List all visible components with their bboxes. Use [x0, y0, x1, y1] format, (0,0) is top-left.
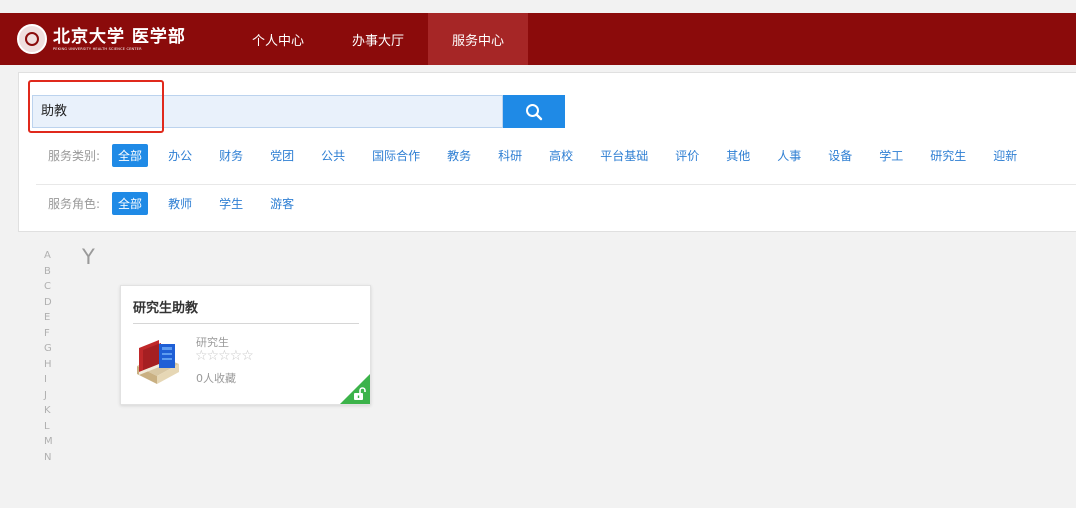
- category-tag[interactable]: 高校: [547, 147, 575, 164]
- role-filter-label: 服务角色:: [48, 196, 101, 211]
- category-tag[interactable]: 党团: [268, 147, 296, 164]
- service-title: 研究生助教: [133, 301, 199, 316]
- role-tag-visitor[interactable]: 游客: [268, 195, 296, 212]
- university-seal-icon: [17, 24, 47, 54]
- alphabet-index: A B C D E F G H I J K L M N: [44, 248, 53, 465]
- alpha-letter[interactable]: M: [44, 434, 53, 450]
- favorite-count: 0人收藏: [196, 372, 236, 385]
- role-tag-all[interactable]: 全部: [112, 191, 149, 215]
- category-tag[interactable]: 教务: [445, 147, 473, 164]
- category-tag[interactable]: 设备: [826, 147, 854, 164]
- unlock-icon: [354, 387, 366, 400]
- category-tag[interactable]: 人事: [775, 147, 803, 164]
- category-tag[interactable]: 科研: [496, 147, 524, 164]
- alpha-letter[interactable]: G: [44, 341, 53, 357]
- category-tag[interactable]: 迎新: [991, 147, 1019, 164]
- category-tag[interactable]: 研究生: [928, 147, 968, 164]
- category-tag[interactable]: 其他: [724, 147, 752, 164]
- filter-divider: [36, 184, 1076, 185]
- category-tag[interactable]: 财务: [217, 147, 245, 164]
- search-input[interactable]: 助教: [32, 95, 503, 128]
- role-tag-teacher[interactable]: 教师: [166, 195, 194, 212]
- category-filter-label: 服务类别:: [48, 148, 101, 163]
- top-navigation-bar: 北京大学 医学部 PEKING UNIVERSITY HEALTH SCIENC…: [0, 13, 1076, 65]
- main-nav: 个人中心 办事大厅 服务中心: [228, 13, 528, 65]
- logo-chinese-text: 北京大学 医学部: [53, 26, 186, 47]
- nav-service-hall[interactable]: 办事大厅: [328, 13, 428, 65]
- rating-stars[interactable]: ☆☆☆☆☆: [195, 348, 254, 364]
- alpha-letter[interactable]: F: [44, 326, 53, 342]
- logo-english-text: PEKING UNIVERSITY HEALTH SCIENCE CENTER: [53, 46, 142, 51]
- category-tag[interactable]: 公共: [319, 147, 347, 164]
- alpha-letter[interactable]: K: [44, 403, 53, 419]
- nav-service-center[interactable]: 服务中心: [428, 13, 528, 65]
- book-icon: [137, 340, 179, 384]
- alpha-letter[interactable]: C: [44, 279, 53, 295]
- category-tag[interactable]: 学工: [877, 147, 905, 164]
- alpha-letter[interactable]: I: [44, 372, 53, 388]
- category-tag[interactable]: 国际合作: [370, 147, 422, 164]
- category-tag[interactable]: 评价: [673, 147, 701, 164]
- alpha-letter[interactable]: H: [44, 357, 53, 373]
- section-letter: Y: [82, 245, 95, 269]
- category-tag-all[interactable]: 全部: [112, 143, 149, 167]
- search-button[interactable]: [503, 95, 565, 128]
- category-tag[interactable]: 平台基础: [598, 147, 650, 164]
- nav-personal-center[interactable]: 个人中心: [228, 13, 328, 65]
- alpha-letter[interactable]: B: [44, 264, 53, 280]
- role-tag-student[interactable]: 学生: [217, 195, 245, 212]
- alpha-letter[interactable]: A: [44, 248, 53, 264]
- role-filter-row: 服务角色: 全部 教师 学生 游客: [48, 191, 319, 215]
- service-card[interactable]: 研究生助教 研究生 ☆☆☆☆☆ 0人收藏: [120, 285, 371, 405]
- alpha-letter[interactable]: J: [44, 388, 53, 404]
- alpha-letter[interactable]: D: [44, 295, 53, 311]
- alpha-letter[interactable]: E: [44, 310, 53, 326]
- card-divider: [133, 323, 359, 324]
- category-tag[interactable]: 办公: [166, 147, 194, 164]
- category-filter-row: 服务类别: 全部 办公 财务 党团 公共 国际合作 教务 科研 高校 平台基础 …: [48, 143, 1042, 167]
- alpha-letter[interactable]: N: [44, 450, 53, 466]
- search-icon: [526, 103, 543, 120]
- alpha-letter[interactable]: L: [44, 419, 53, 435]
- university-logo[interactable]: 北京大学 医学部 PEKING UNIVERSITY HEALTH SCIENC…: [0, 13, 222, 65]
